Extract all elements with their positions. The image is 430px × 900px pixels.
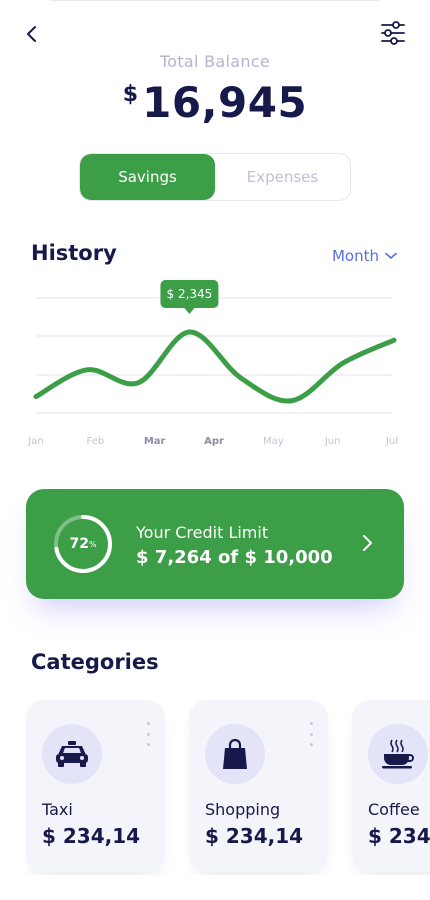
x-tick-label: May xyxy=(263,436,284,447)
category-name: Taxi xyxy=(42,800,73,819)
category-card-coffee[interactable]: Coffee $ 234,14 xyxy=(352,700,430,872)
total-balance-label: Total Balance xyxy=(159,52,271,71)
credit-percent-number: 72 xyxy=(69,536,89,552)
balance-amount: 16,945 xyxy=(142,78,308,127)
category-card-taxi[interactable]: Taxi $ 234,14 xyxy=(26,700,165,872)
tab-expenses[interactable]: Expenses xyxy=(215,154,350,200)
series-line xyxy=(33,329,397,404)
category-amount: $ 234,14 xyxy=(368,824,430,848)
x-tick-label: Jul xyxy=(385,436,398,447)
categories-carousel[interactable]: Taxi $ 234,14 Shopping $ 234,14 Coffee $ xyxy=(26,700,430,875)
credit-title: Your Credit Limit xyxy=(136,523,269,542)
taxi-icon xyxy=(42,724,102,784)
coffee-cup-icon xyxy=(368,724,428,784)
tab-savings[interactable]: Savings xyxy=(80,154,215,200)
shopping-bag-icon xyxy=(205,724,265,784)
history-title: History xyxy=(31,241,117,265)
category-name: Coffee xyxy=(368,800,420,819)
history-chart: $ 2,345 Jan Feb Mar Apr May Jun Jul xyxy=(27,280,398,447)
view-toggle: Savings Expenses xyxy=(79,153,351,201)
chevron-down-icon xyxy=(385,252,397,259)
more-options-icon[interactable] xyxy=(145,722,151,746)
chart-tooltip: $ 2,345 xyxy=(160,280,219,315)
currency-symbol: $ xyxy=(122,82,139,107)
back-button[interactable] xyxy=(20,22,44,46)
top-divider xyxy=(50,0,380,1)
period-dropdown[interactable]: Month xyxy=(332,247,397,265)
x-tick-label: Feb xyxy=(86,436,104,447)
categories-title: Categories xyxy=(31,650,159,674)
credit-limit-card[interactable]: 72% Your Credit Limit $ 7,264 of $ 10,00… xyxy=(26,489,404,599)
chevron-right-icon xyxy=(363,535,372,551)
tooltip-pointer xyxy=(184,308,195,315)
credit-amount: $ 7,264 of $ 10,000 xyxy=(136,547,333,568)
credit-percent-sign: % xyxy=(88,539,97,549)
tooltip-label: $ 2,345 xyxy=(167,287,213,301)
category-amount: $ 234,14 xyxy=(205,824,304,848)
sliders-icon xyxy=(381,21,405,45)
credit-percent: 72% xyxy=(52,513,114,575)
category-name: Shopping xyxy=(205,800,281,819)
category-amount: $ 234,14 xyxy=(42,824,141,848)
chevron-left-icon xyxy=(27,26,36,42)
more-options-icon[interactable] xyxy=(308,722,314,746)
x-tick-label: Jun xyxy=(324,436,341,447)
period-label: Month xyxy=(331,247,379,265)
x-tick-label: Mar xyxy=(144,436,166,447)
x-tick-label: Jan xyxy=(27,436,43,447)
x-tick-label: Apr xyxy=(204,436,224,447)
category-card-shopping[interactable]: Shopping $ 234,14 xyxy=(189,700,328,872)
total-balance-value: $16,945 xyxy=(0,78,430,127)
filter-button[interactable] xyxy=(380,20,406,46)
